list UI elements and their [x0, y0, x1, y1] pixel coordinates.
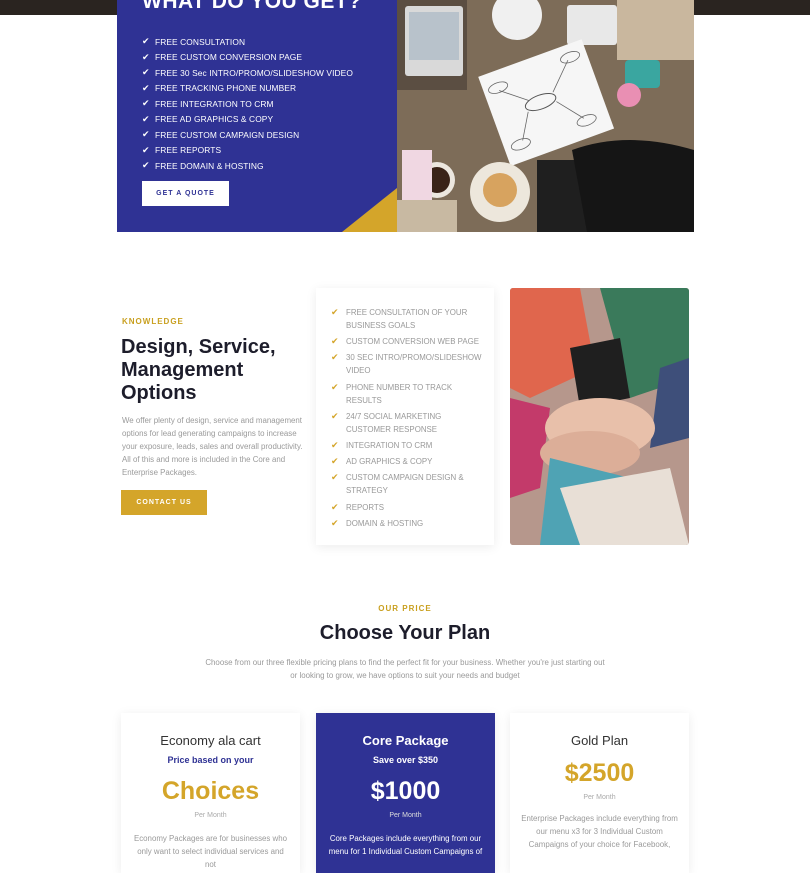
what-you-get-section: WHAT DO YOU GET? ✔ FREE CONSULTATION ✔ FRE… — [117, 0, 694, 232]
list-item: ✔ FREE AD GRAPHICS & COPY — [142, 113, 274, 125]
list-item: ✔ FREE CONSULTATION — [142, 36, 246, 47]
plan-name: Gold Plan — [570, 733, 629, 748]
list-item: ✔ 24/7 SOCIAL MARKETING CUSTOMER RESPONSE — [331, 410, 442, 434]
check-icon: ✔ — [331, 381, 339, 392]
list-item: ✔ FREE REPORTS — [142, 144, 222, 156]
hero-benefits-list: ✔ FREE CONSULTATION ✔ FREE CUSTOM CONVERSI… — [142, 34, 353, 174]
list-item: ✔ DOMAIN & HOSTING — [331, 517, 424, 528]
list-item: ✔ FREE DOMAIN & HOSTING — [142, 160, 264, 171]
list-item: ✔ REPORTS — [331, 501, 385, 512]
check-icon: ✔ — [331, 352, 339, 363]
hero-title: WHAT DO YOU GET? — [142, 0, 362, 13]
plan-price: $1000 — [370, 777, 441, 805]
list-item: ✔ FREE INTEGRATION TO CRM — [142, 98, 274, 109]
plan-description: Economy Packages are for businesses who … — [133, 834, 288, 869]
check-icon: ✔ — [331, 307, 339, 317]
brainstorm-desk-photo — [397, 0, 694, 232]
plan-period: Per Month — [583, 794, 616, 801]
check-icon: ✔ — [142, 51, 150, 62]
list-item: ✔ FREE 30 Sec INTRO/PROMO/SLIDESHOW VIDEO — [142, 67, 353, 78]
plan-card-gold: Gold Plan $2500 Per Month Enterprise Pac… — [510, 713, 689, 873]
check-icon: ✔ — [142, 67, 150, 78]
check-icon: ✔ — [331, 456, 339, 467]
plan-description: Enterprise Packages include everything f… — [521, 814, 678, 849]
plan-subtitle: Price based on your — [167, 755, 254, 765]
check-icon: ✔ — [331, 410, 339, 421]
plan-name: Economy ala cart — [160, 733, 261, 748]
check-icon: ✔ — [142, 144, 150, 155]
check-icon: ✔ — [142, 160, 150, 171]
features-list: ✔ FREE CONSULTATION OF YOUR BUSINESS GOAL… — [331, 306, 486, 533]
check-icon: ✔ — [142, 129, 150, 140]
knowledge-label: KNOWLEDGE — [122, 317, 184, 326]
check-icon: ✔ — [331, 439, 339, 450]
list-item: ✔ FREE CUSTOM CAMPAIGN DESIGN — [142, 129, 300, 140]
check-icon: ✔ — [142, 113, 150, 124]
check-icon: ✔ — [142, 36, 150, 47]
list-item: ✔ INTEGRATION TO CRM — [331, 439, 433, 450]
plan-card-core: Core Package Save over $350 $1000 Per Mo… — [316, 713, 495, 873]
plan-card-economy: Economy ala cart Price based on your Cho… — [121, 713, 300, 873]
list-item: ✔ FREE CUSTOM CONVERSION PAGE — [142, 51, 303, 63]
plan-period: Per Month — [389, 812, 422, 819]
pricing-title: Choose Your Plan — [319, 622, 491, 644]
pricing-description: Choose from our three flexible pricing p… — [205, 658, 605, 680]
team-hands-photo — [510, 288, 689, 545]
get-a-quote-button[interactable]: GET A QUOTE — [142, 181, 229, 206]
list-item: ✔ FREE TRACKING PHONE NUMBER — [142, 82, 297, 94]
contact-us-button[interactable]: CONTACT US — [121, 490, 207, 515]
check-icon: ✔ — [142, 82, 150, 93]
pricing-label: OUR PRICE — [378, 604, 432, 613]
list-item: ✔ FREE CONSULTATION OF YOUR BUSINESS GOAL… — [331, 307, 468, 330]
check-icon: ✔ — [331, 517, 339, 528]
plan-price: $2500 — [564, 759, 635, 787]
plan-name: Core Package — [362, 733, 449, 748]
check-icon: ✔ — [331, 501, 339, 512]
knowledge-description: We offer plenty of design, service and m… — [122, 416, 303, 477]
features-card: ✔ FREE CONSULTATION OF YOUR BUSINESS GOAL… — [316, 288, 494, 545]
list-item: ✔ 30 SEC INTRO/PROMO/SLIDESHOW VIDEO — [331, 352, 482, 376]
list-item: ✔ CUSTOM CONVERSION WEB PAGE — [331, 336, 479, 347]
check-icon: ✔ — [142, 98, 150, 109]
list-item: ✔ AD GRAPHICS & COPY — [331, 456, 433, 467]
plan-period: Per Month — [194, 812, 227, 819]
plan-price: Choices — [161, 777, 260, 805]
plan-description: Core Packages include everything from ou… — [328, 834, 483, 856]
check-icon: ✔ — [331, 336, 339, 347]
check-icon: ✔ — [331, 472, 339, 483]
list-item: ✔ PHONE NUMBER TO TRACK RESULTS — [331, 381, 453, 405]
list-item: ✔ CUSTOM CAMPAIGN DESIGN & STRATEGY — [331, 472, 464, 496]
knowledge-title: Design, Service, Management Options — [121, 336, 276, 404]
what-you-get-panel: WHAT DO YOU GET? ✔ FREE CONSULTATION ✔ FRE… — [117, 0, 397, 232]
plan-subtitle: Save over $350 — [372, 755, 439, 765]
gold-corner-accent — [342, 188, 397, 232]
